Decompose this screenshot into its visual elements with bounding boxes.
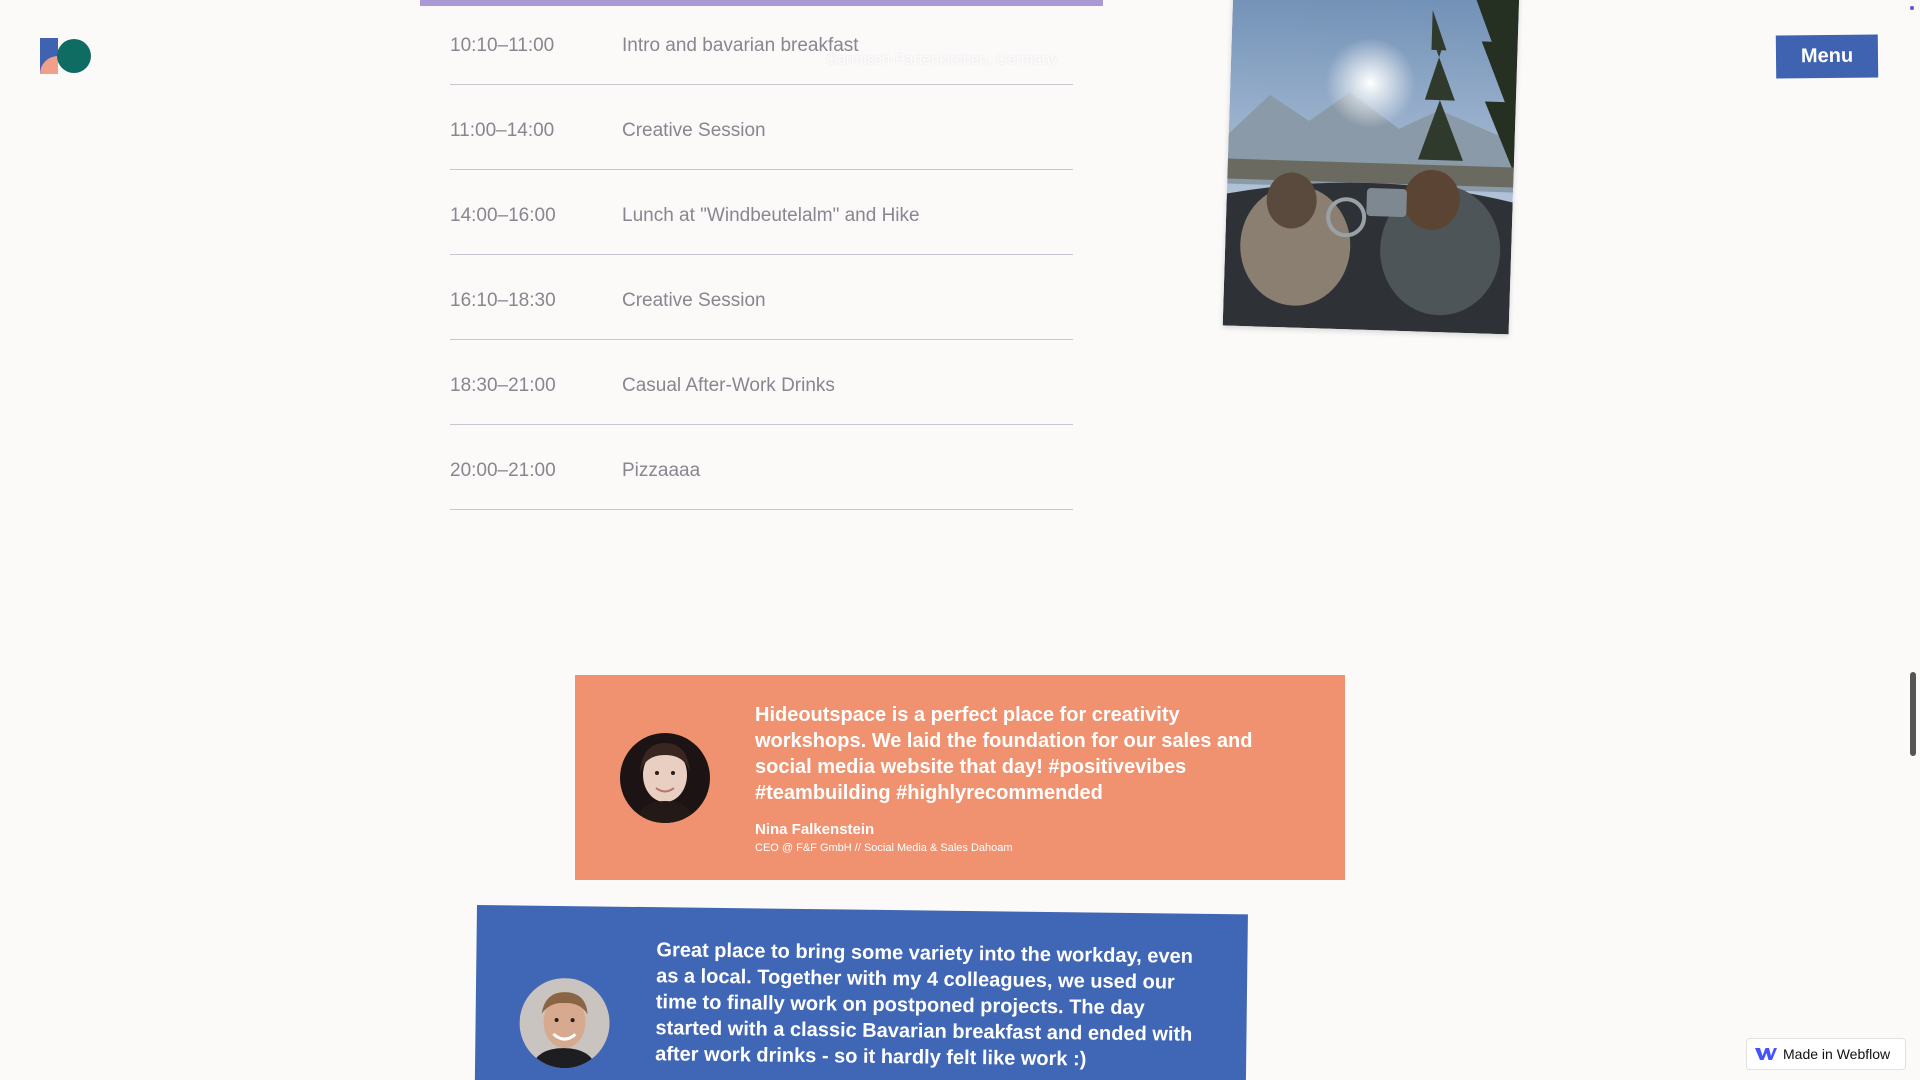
menu-button[interactable]: Menu (1775, 34, 1879, 79)
page: Menu 10:10–11:00 Intro and bavarian brea… (0, 0, 1920, 1080)
testimonial-quote: Hideoutspace is a perfect place for crea… (755, 704, 1253, 804)
schedule-list: 10:10–11:00 Intro and bavarian breakfast… (450, 0, 1073, 510)
testimonial-quote: Great place to bring some variety into t… (655, 939, 1194, 1071)
location-caption: Garmisch-Partenkirchen, Germany (826, 51, 1058, 68)
scrollbar-thumb[interactable] (1910, 672, 1916, 756)
schedule-title: Intro and bavarian breakfast (622, 35, 859, 56)
schedule-row: 14:00–16:00 Lunch at "Windbeutelalm" and… (450, 170, 1073, 255)
webflow-badge-label: Made in Webflow (1783, 1046, 1891, 1062)
convertible-drive-photo (1222, 0, 1520, 335)
schedule-row: 11:00–14:00 Creative Session (450, 85, 1073, 170)
avatar (620, 733, 710, 823)
schedule-row: 18:30–21:00 Casual After-Work Drinks (450, 340, 1073, 425)
testimonial-card: Great place to bring some variety into t… (474, 905, 1248, 1080)
schedule-time: 16:10–18:30 (450, 290, 556, 311)
webflow-icon (1755, 1048, 1777, 1060)
schedule-title: Lunch at "Windbeutelalm" and Hike (622, 205, 920, 226)
schedule-title: Pizzaaaa (622, 460, 701, 481)
schedule-title: Casual After-Work Drinks (622, 375, 835, 396)
schedule-row: 10:10–11:00 Intro and bavarian breakfast (450, 0, 1073, 85)
schedule-time: 18:30–21:00 (450, 375, 556, 396)
made-in-webflow-badge[interactable]: Made in Webflow (1746, 1038, 1906, 1070)
schedule-row: 16:10–18:30 Creative Session (450, 255, 1073, 340)
schedule-title: Creative Session (622, 290, 766, 311)
schedule-time: 20:00–21:00 (450, 460, 556, 481)
schedule-title: Creative Session (622, 120, 766, 141)
testimonial-author-role: CEO @ F&F GmbH // Social Media & Sales D… (755, 842, 1013, 854)
corner-indicator-dot (1910, 6, 1914, 10)
schedule-time: 10:10–11:00 (450, 35, 555, 56)
hideoutspace-logo[interactable] (40, 38, 92, 74)
avatar (519, 977, 611, 1069)
testimonial-author: Nina Falkenstein (755, 821, 875, 838)
schedule-time: 11:00–14:00 (450, 120, 555, 141)
testimonial-card: Hideoutspace is a perfect place for crea… (575, 675, 1345, 880)
schedule-row: 20:00–21:00 Pizzaaaa (450, 425, 1073, 510)
schedule-time: 14:00–16:00 (450, 205, 556, 226)
